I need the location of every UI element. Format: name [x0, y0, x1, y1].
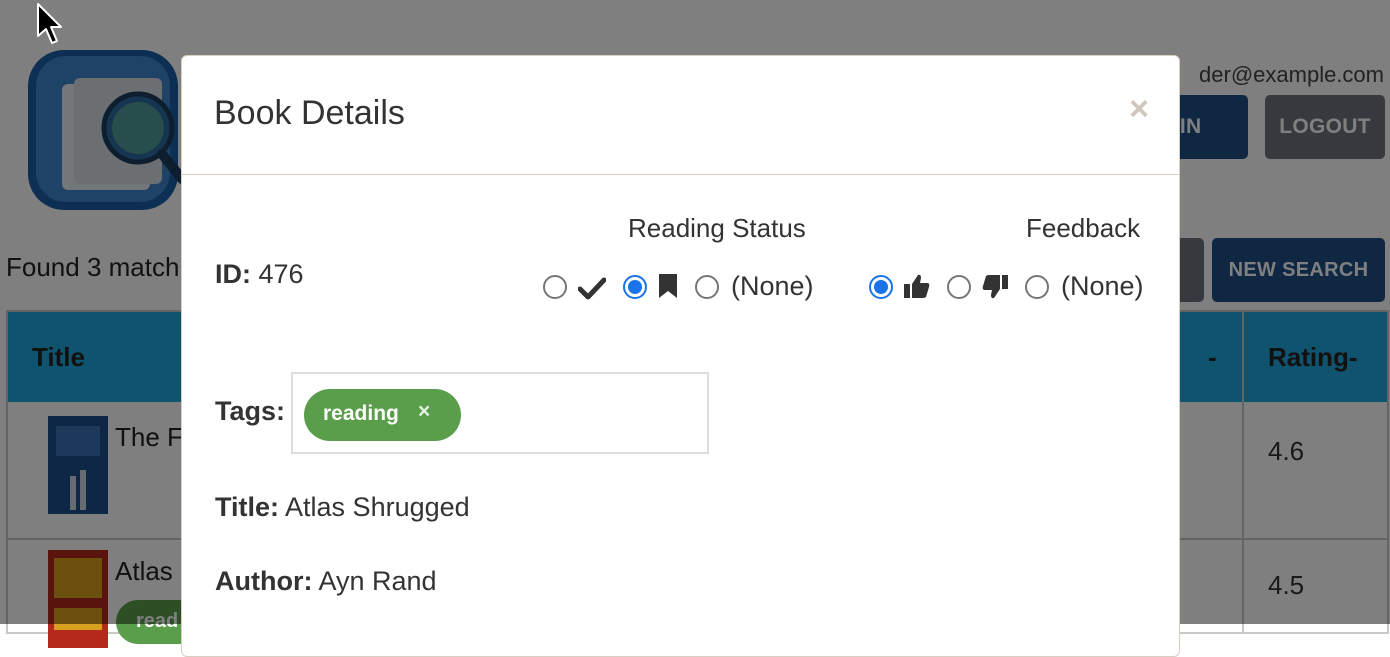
thumbs-down-icon: [982, 275, 1008, 299]
book-id-field: ID: 476: [215, 259, 304, 290]
book-author-value: Ayn Rand: [318, 566, 437, 596]
book-title-field: Title: Atlas Shrugged: [215, 492, 470, 523]
thumbs-up-icon: [904, 274, 930, 298]
tags-label: Tags:: [215, 396, 286, 426]
book-author-label: Author:: [215, 566, 313, 596]
modal-title: Book Details: [214, 94, 405, 132]
check-icon: [578, 277, 606, 300]
feedback-heading: Feedback: [1026, 213, 1141, 243]
book-id-label: ID:: [215, 259, 251, 289]
feedback-dislike-radio[interactable]: [947, 275, 971, 299]
tag-chip-label: reading: [323, 402, 399, 425]
book-details-modal: Book Details × ID: 476 Reading Status (N…: [181, 55, 1180, 657]
book-author-field: Author: Ayn Rand: [215, 566, 437, 597]
book-title-value: Atlas Shrugged: [285, 492, 470, 522]
reading-status-heading: Reading Status: [628, 213, 806, 243]
reading-status-none-label[interactable]: (None): [731, 271, 814, 302]
tag-chip: reading ×: [304, 389, 461, 441]
bookmark-icon: [659, 274, 677, 298]
reading-status-none-radio[interactable]: [695, 275, 719, 299]
feedback-none-radio[interactable]: [1025, 275, 1049, 299]
book-id-value: 476: [258, 259, 304, 289]
reading-status-read-radio[interactable]: [543, 275, 567, 299]
reading-status-to-read-radio[interactable]: [623, 275, 647, 299]
modal-header: Book Details ×: [182, 56, 1179, 175]
tags-input[interactable]: reading ×: [291, 372, 709, 454]
feedback-none-label[interactable]: (None): [1061, 271, 1144, 302]
close-icon[interactable]: ×: [1129, 90, 1149, 129]
book-title-label: Title:: [215, 492, 280, 522]
mouse-pointer-icon: [37, 3, 62, 44]
feedback-like-radio[interactable]: [869, 275, 893, 299]
tag-remove-icon[interactable]: ×: [418, 400, 430, 424]
